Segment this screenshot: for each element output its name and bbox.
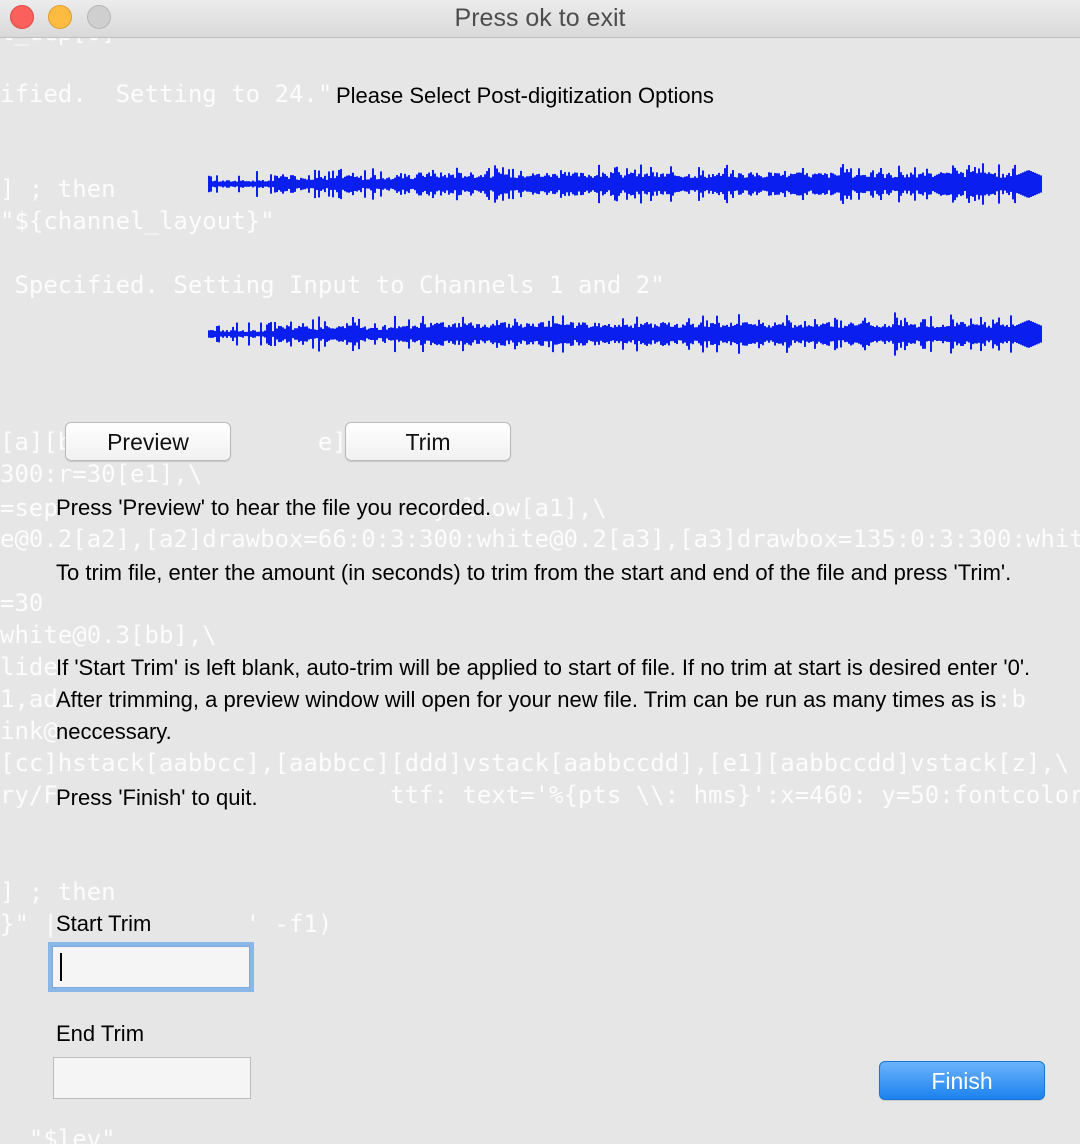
- start-trim-field[interactable]: [52, 946, 250, 988]
- waveform-sample: [1040, 175, 1042, 193]
- background-terminal-line: "$lev": [0, 1125, 116, 1144]
- start-trim-label: Start Trim: [56, 911, 152, 936]
- audio-waveform: [208, 163, 1042, 356]
- background-terminal-line: ] ; then: [0, 878, 116, 906]
- text-caret: [60, 953, 62, 981]
- background-terminal-line: white@0.3[bb],\: [0, 621, 217, 649]
- trim-button[interactable]: Trim: [345, 422, 511, 461]
- background-terminal-line: =30: [0, 589, 44, 617]
- instruction-preview: Press 'Preview' to hear the file you rec…: [56, 495, 492, 520]
- preview-button[interactable]: Preview: [65, 422, 231, 461]
- background-terminal-line: }" | ' -f1): [0, 910, 333, 938]
- dialog-heading: Please Select Post-digitization Options: [336, 83, 714, 108]
- background-terminal-line: lide: [0, 653, 58, 681]
- background-terminal-line: ] ; then: [0, 175, 116, 203]
- title-bar[interactable]: Press ok to exit: [0, 0, 1080, 38]
- app-window: t_dep[0]"ified. Setting to 24."] ; then"…: [0, 0, 1080, 1144]
- waveform-center-line: [208, 182, 1040, 186]
- instruction-auto-trim: If 'Start Trim' is left blank, auto-trim…: [56, 655, 1031, 744]
- waveform-channel-1: [208, 163, 1042, 205]
- waveform-center-line: [208, 332, 1040, 336]
- waveform-sample: [1040, 325, 1042, 343]
- background-terminal-line: ified. Setting to 24.": [0, 80, 333, 108]
- end-trim-field[interactable]: [53, 1057, 251, 1099]
- background-terminal-line: 300:r=30[e1],\: [0, 460, 203, 488]
- waveform-channel-2: [208, 312, 1042, 356]
- instruction-finish: Press 'Finish' to quit.: [56, 785, 258, 810]
- instruction-trim: To trim file, enter the amount (in secon…: [56, 560, 1012, 585]
- background-terminal-line: [cc]hstack[aabbcc],[aabbcc][ddd]vstack[a…: [0, 749, 1070, 777]
- window-title: Press ok to exit: [454, 4, 626, 32]
- background-terminal-line: ink@: [0, 717, 58, 745]
- finish-button[interactable]: Finish: [879, 1061, 1045, 1100]
- background-terminal-line: e@0.2[a2],[a2]drawbox=66:0:3:300:white@0…: [0, 525, 1080, 553]
- end-trim-label: End Trim: [56, 1021, 145, 1046]
